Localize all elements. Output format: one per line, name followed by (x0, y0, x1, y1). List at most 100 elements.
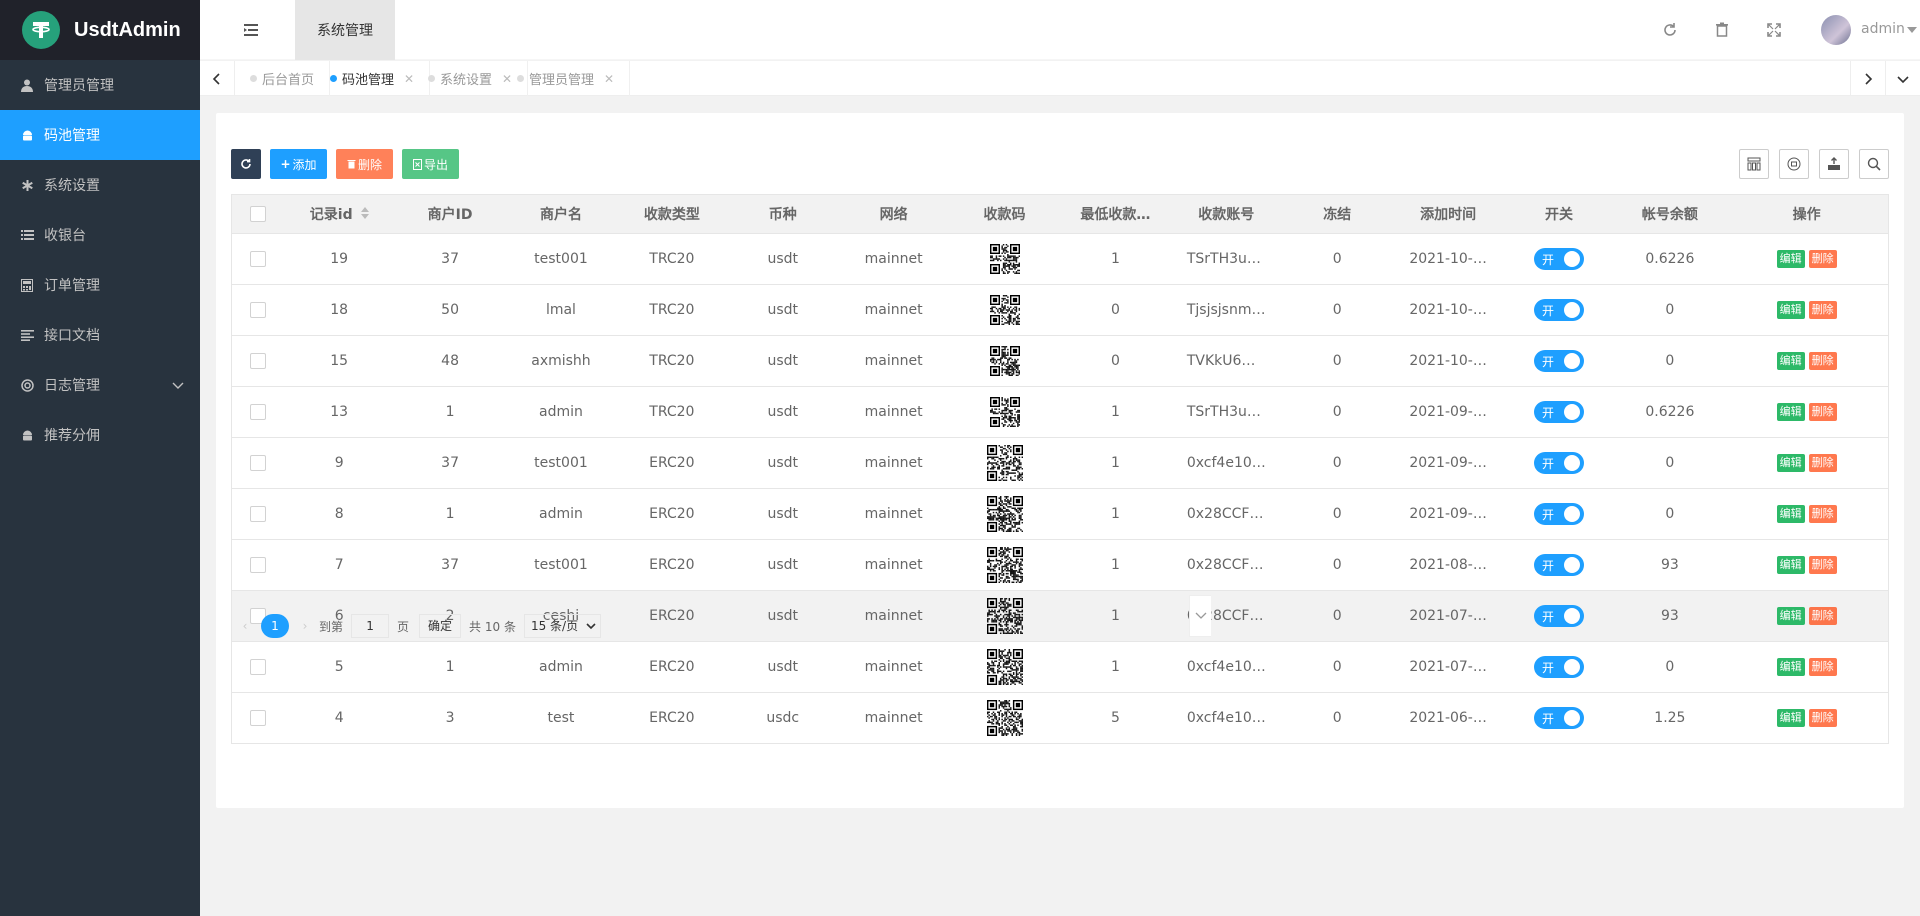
col-header[interactable]: 记录id (283, 194, 395, 234)
goto-confirm-button[interactable]: 确定 (419, 614, 462, 638)
table-row[interactable]: 8 1 admin ERC20 usdt mainnet 1 0x28CCF… 0 2021-09… (231, 488, 1889, 540)
delete-row-button[interactable]: 删除 (1808, 454, 1837, 472)
row-checkbox[interactable] (249, 302, 266, 318)
row-checkbox[interactable] (249, 353, 266, 369)
qr-code-image[interactable] (986, 445, 1023, 482)
row-checkbox[interactable] (249, 251, 266, 267)
sidebar-item[interactable]: 管理员管理 (0, 60, 200, 110)
row-checkbox[interactable] (249, 659, 266, 675)
delete-row-button[interactable]: 删除 (1808, 607, 1837, 625)
row-checkbox[interactable] (249, 710, 266, 726)
delete-row-button[interactable]: 删除 (1808, 403, 1837, 421)
edit-button[interactable]: 编辑 (1776, 607, 1805, 625)
row-checkbox-cell[interactable] (231, 335, 284, 387)
row-checkbox-cell[interactable] (231, 692, 284, 744)
delete-row-button[interactable]: 删除 (1808, 658, 1837, 676)
sidebar-item[interactable]: 日志管理 (0, 360, 200, 410)
row-checkbox-cell[interactable] (231, 539, 284, 591)
columns-filter-icon[interactable] (1739, 149, 1769, 179)
row-checkbox-cell[interactable] (231, 284, 284, 336)
status-toggle[interactable]: 开 (1533, 554, 1584, 576)
logo[interactable]: UsdtAdmin (0, 0, 200, 60)
row-checkbox-cell[interactable] (231, 386, 284, 438)
qr-code-image[interactable] (989, 295, 1020, 326)
table-row[interactable]: 15 48 axmishh TRC20 usdt mainnet 0 TVKkU6… 0 2021… (231, 335, 1889, 387)
goto-page-input[interactable]: 1 (351, 614, 390, 638)
sidebar-item[interactable]: 码池管理 (0, 110, 200, 160)
qr-code-image[interactable] (986, 649, 1023, 686)
qr-code-image[interactable] (989, 346, 1020, 377)
row-checkbox[interactable] (249, 557, 266, 573)
sidebar-item[interactable]: 接口文档 (0, 310, 200, 360)
select-all-checkbox-cell[interactable] (231, 194, 284, 234)
page-tab[interactable]: 管理员管理 ✕ (502, 61, 631, 96)
status-toggle[interactable]: 开 (1533, 605, 1584, 627)
status-toggle[interactable]: 开 (1533, 452, 1584, 474)
sort-icon[interactable] (360, 207, 369, 223)
table-row[interactable]: 7 37 test001 ERC20 usdt mainnet 1 0x28CCF… 0 2021… (231, 539, 1889, 591)
table-row[interactable]: 19 37 test001 TRC20 usdt mainnet 1 TSrTH3u… 0 202… (231, 233, 1889, 285)
sidebar-item[interactable]: 收银台 (0, 210, 200, 260)
delete-row-button[interactable]: 删除 (1808, 505, 1837, 523)
trash-icon[interactable] (1713, 21, 1731, 39)
table-row[interactable]: 9 37 test001 ERC20 usdt mainnet 1 0xcf4e10… 0 202… (231, 437, 1889, 489)
qr-code-image[interactable] (986, 598, 1023, 635)
chevron-down-icon[interactable] (172, 378, 184, 394)
edit-button[interactable]: 编辑 (1776, 352, 1805, 370)
row-checkbox[interactable] (249, 455, 266, 471)
status-toggle[interactable]: 开 (1533, 503, 1584, 525)
row-checkbox-cell[interactable] (231, 437, 284, 489)
delete-row-button[interactable]: 删除 (1808, 556, 1837, 574)
next-page-icon[interactable]: › (291, 619, 319, 633)
qr-code-image[interactable] (989, 244, 1020, 275)
tabs-menu-chevron-down-icon[interactable] (1885, 61, 1920, 96)
table-row[interactable]: 13 1 admin TRC20 usdt mainnet 1 TSrTH3u… 0 2021-0… (231, 386, 1889, 438)
edit-button[interactable]: 编辑 (1776, 658, 1805, 676)
search-icon[interactable] (1859, 149, 1889, 179)
edit-button[interactable]: 编辑 (1776, 556, 1805, 574)
prev-page-icon[interactable]: ‹ (231, 619, 259, 633)
fullscreen-icon[interactable] (1765, 21, 1783, 39)
caret-down-icon[interactable] (1907, 27, 1917, 33)
avatar[interactable] (1821, 15, 1851, 45)
delete-row-button[interactable]: 删除 (1808, 250, 1837, 268)
row-checkbox[interactable] (249, 506, 266, 522)
table-row[interactable]: 5 1 admin ERC20 usdt mainnet 1 0xcf4e10… 0 2021-0… (231, 641, 1889, 693)
close-icon[interactable]: ✕ (604, 72, 614, 86)
select-all-checkbox[interactable] (249, 206, 266, 222)
status-toggle[interactable]: 开 (1533, 707, 1584, 729)
edit-button[interactable]: 编辑 (1776, 301, 1805, 319)
delete-row-button[interactable]: 删除 (1808, 352, 1837, 370)
delete-row-button[interactable]: 删除 (1808, 709, 1837, 727)
qr-code-image[interactable] (986, 700, 1023, 737)
sidebar-item[interactable]: 订单管理 (0, 260, 200, 310)
top-nav-system[interactable]: 系统管理 (295, 0, 395, 60)
add-button[interactable]: + 添加 (270, 149, 327, 179)
status-toggle[interactable]: 开 (1533, 401, 1584, 423)
edit-button[interactable]: 编辑 (1776, 250, 1805, 268)
status-toggle[interactable]: 开 (1533, 350, 1584, 372)
row-checkbox-cell[interactable] (231, 233, 284, 285)
qr-code-image[interactable] (989, 397, 1020, 428)
tabs-scroll-right-icon[interactable] (1850, 61, 1885, 96)
table-row[interactable]: 18 50 lmal TRC20 usdt mainnet 0 Tjsjsjsnm… 0 2021… (231, 284, 1889, 336)
export-tool-icon[interactable] (1819, 149, 1849, 179)
delete-button[interactable]: 删除 (336, 149, 393, 179)
print-icon[interactable] (1779, 149, 1809, 179)
status-toggle[interactable]: 开 (1533, 656, 1584, 678)
row-checkbox-cell[interactable] (231, 641, 284, 693)
edit-button[interactable]: 编辑 (1776, 403, 1805, 421)
table-row[interactable]: 4 3 test ERC20 usdc mainnet 5 0xcf4e10… 0 2021-06… (231, 692, 1889, 744)
refresh-icon[interactable] (1661, 21, 1679, 39)
status-toggle[interactable]: 开 (1533, 299, 1584, 321)
export-button[interactable]: 导出 (402, 149, 459, 179)
page-current[interactable]: 1 (261, 614, 289, 638)
row-checkbox[interactable] (249, 404, 266, 420)
page-size-select[interactable]: 15 条/页 (523, 614, 602, 638)
sidebar-item[interactable]: 系统设置 (0, 160, 200, 210)
edit-button[interactable]: 编辑 (1776, 505, 1805, 523)
qr-code-image[interactable] (986, 547, 1023, 584)
row-checkbox-cell[interactable] (231, 488, 284, 540)
menu-toggle-icon[interactable] (242, 21, 260, 39)
refresh-button[interactable] (231, 149, 261, 179)
